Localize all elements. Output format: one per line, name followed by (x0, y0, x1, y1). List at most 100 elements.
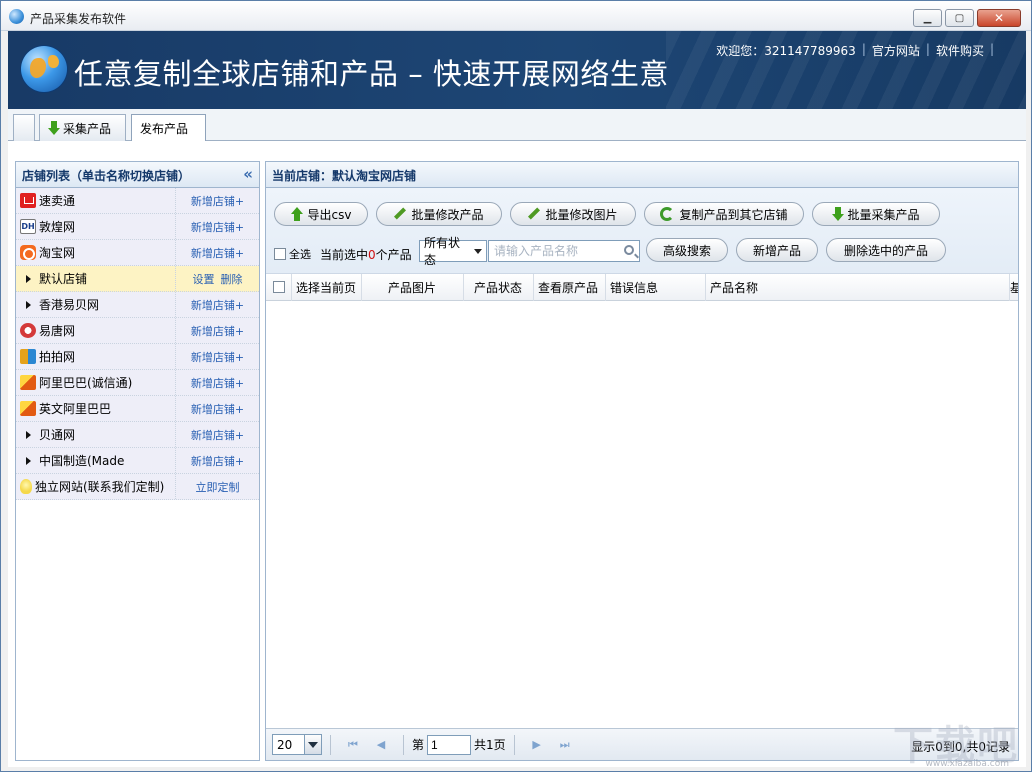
divider (330, 734, 331, 755)
shop-settings-link[interactable]: 设置 (193, 271, 215, 287)
divider: | (861, 42, 866, 56)
button-label: 批量修改产品 (411, 207, 484, 222)
add-shop-link[interactable]: 新增店铺+ (191, 297, 244, 313)
add-shop-link[interactable]: 新增店铺+ (191, 427, 244, 443)
main-tabs: 采集产品 发布产品 (8, 109, 1026, 142)
search-icon[interactable] (624, 245, 634, 255)
shop-item-alibaba-en[interactable]: 英文阿里巴巴 新增店铺+ (16, 396, 259, 422)
add-shop-link[interactable]: 新增店铺+ (191, 193, 244, 209)
delete-selected-button[interactable]: 删除选中的产品 (826, 238, 946, 262)
shop-name: 易唐网 (39, 324, 76, 338)
column-header-status[interactable]: 产品状态 (464, 273, 534, 301)
add-product-button[interactable]: 新增产品 (736, 238, 818, 262)
shop-item-sumaitong[interactable]: 速卖通 新增店铺+ (16, 188, 259, 214)
add-shop-link[interactable]: 新增店铺+ (191, 245, 244, 261)
batch-edit-images-button[interactable]: 批量修改图片 (510, 202, 636, 226)
column-header-product-name[interactable]: 产品名称 (706, 273, 1010, 301)
collapse-icon[interactable]: « (243, 165, 253, 183)
selected-count: 0 (368, 248, 376, 262)
close-button[interactable]: ✕ (977, 9, 1021, 27)
batch-edit-products-button[interactable]: 批量修改产品 (376, 202, 502, 226)
first-page-icon[interactable]: ⏮ (345, 737, 361, 753)
window-controls: ▁ ▢ ✕ (913, 9, 1021, 27)
taobao-icon (20, 245, 36, 260)
product-grid-body (266, 302, 1018, 728)
official-site-link[interactable]: 官方网站 (872, 42, 920, 59)
app-globe-icon (9, 9, 24, 24)
arrow-down-icon (832, 207, 845, 221)
shop-list-panel: 店铺列表（单击名称切换店铺） « 速卖通 新增店铺+ DH 敦煌网 新增店铺+ 淘… (15, 161, 260, 761)
shop-item-taobao[interactable]: 淘宝网 新增店铺+ (16, 240, 259, 266)
page-prefix: 第 (412, 738, 425, 752)
shop-item-default[interactable]: 默认店铺 设置 删除 (16, 266, 259, 292)
alibaba-icon (20, 375, 36, 390)
shop-list: 速卖通 新增店铺+ DH 敦煌网 新增店铺+ 淘宝网 新增店铺+ 默认店铺 设置 … (16, 188, 259, 500)
export-csv-button[interactable]: 导出csv (274, 202, 368, 226)
shop-item-beitong[interactable]: 贝通网 新增店铺+ (16, 422, 259, 448)
next-page-icon[interactable]: ▶ (529, 737, 545, 753)
batch-collect-button[interactable]: 批量采集产品 (812, 202, 940, 226)
tab-blank[interactable] (13, 114, 35, 141)
shop-item-dhgate[interactable]: DH 敦煌网 新增店铺+ (16, 214, 259, 240)
expand-icon (26, 300, 31, 309)
column-header-cut-off[interactable]: 基 (1010, 274, 1018, 301)
tab-publish-products[interactable]: 发布产品 (131, 114, 206, 142)
shop-name: 贝通网 (39, 428, 76, 442)
customize-now-link[interactable]: 立即定制 (196, 479, 240, 495)
add-shop-link[interactable]: 新增店铺+ (191, 375, 244, 391)
maximize-button[interactable]: ▢ (945, 9, 974, 27)
shop-item-custom-site[interactable]: 独立网站(联系我们定制) 立即定制 (16, 474, 259, 500)
yitang-icon (20, 323, 36, 338)
divider: | (989, 42, 994, 56)
advanced-search-button[interactable]: 高级搜索 (646, 238, 728, 262)
record-info: 显示0到0,共0记录 (911, 740, 1010, 754)
product-panel: 当前店铺：默认淘宝网店铺 导出csv 批量修改产品 批量修改图片 复制产品到其它… (265, 161, 1019, 761)
shop-item-made-in-china[interactable]: 中国制造(Made 新增店铺+ (16, 448, 259, 474)
product-grid-header: 选择当前页 产品图片 产品状态 查看原产品 错误信息 产品名称 基 (266, 273, 1018, 301)
globe-logo-icon (21, 46, 67, 92)
status-filter-select[interactable]: 所有状态 (419, 236, 487, 267)
select-page-checkbox[interactable] (272, 281, 285, 293)
add-shop-link[interactable]: 新增店铺+ (191, 219, 244, 235)
select-all-checkbox[interactable]: 全选 (274, 246, 311, 262)
column-header-view-original[interactable]: 查看原产品 (534, 273, 606, 301)
column-header-select-page[interactable]: 选择当前页 (292, 273, 362, 301)
bulb-icon (20, 479, 32, 494)
add-shop-link[interactable]: 新增店铺+ (191, 453, 244, 469)
pencil-icon (528, 208, 540, 220)
button-label: 导出csv (307, 207, 352, 222)
pencil-icon (394, 208, 406, 220)
tab-collect-products[interactable]: 采集产品 (39, 114, 126, 141)
chevron-down-icon (304, 735, 321, 754)
copy-to-other-shop-button[interactable]: 复制产品到其它店铺 (644, 202, 804, 226)
shop-item-yitang[interactable]: 易唐网 新增店铺+ (16, 318, 259, 344)
divider (513, 734, 515, 755)
select-all-label: 全选 (289, 248, 311, 261)
refresh-icon (660, 207, 675, 221)
header-banner: 任意复制全球店铺和产品 – 快速开展网络生意 欢迎您：321147789963 … (8, 31, 1026, 109)
minimize-button[interactable]: ▁ (913, 9, 942, 27)
title-bar: 产品采集发布软件 ▁ ▢ ✕ (1, 1, 1031, 31)
previous-page-icon[interactable]: ◀ (373, 737, 389, 753)
shop-name: 中国制造(Made (39, 454, 125, 468)
shop-item-paipai[interactable]: 拍拍网 新增店铺+ (16, 344, 259, 370)
selected-suffix: 个产品 (375, 248, 412, 262)
shop-item-alibaba[interactable]: 阿里巴巴(诚信通) 新增店铺+ (16, 370, 259, 396)
column-header-error-info[interactable]: 错误信息 (606, 273, 706, 301)
current-shop-title: 当前店铺：默认淘宝网店铺 (266, 162, 1018, 188)
checkbox[interactable] (274, 248, 286, 260)
buy-software-link[interactable]: 软件购买 (936, 42, 984, 59)
expand-icon (26, 274, 31, 283)
add-shop-link[interactable]: 新增店铺+ (191, 401, 244, 417)
add-shop-link[interactable]: 新增店铺+ (191, 323, 244, 339)
page-number-input[interactable] (427, 734, 472, 755)
shop-item-hk-ebay[interactable]: 香港易贝网 新增店铺+ (16, 292, 259, 318)
product-search-input[interactable] (489, 241, 617, 261)
add-shop-link[interactable]: 新增店铺+ (191, 349, 244, 365)
shop-name: 默认店铺 (39, 272, 88, 286)
shop-delete-link[interactable]: 删除 (221, 271, 243, 287)
app-window: 产品采集发布软件 ▁ ▢ ✕ 任意复制全球店铺和产品 – 快速开展网络生意 欢迎… (0, 0, 1032, 772)
column-header-image[interactable]: 产品图片 (362, 273, 464, 301)
last-page-icon[interactable]: ⏭ (557, 737, 573, 753)
page-size-select[interactable]: 20 (272, 734, 322, 755)
